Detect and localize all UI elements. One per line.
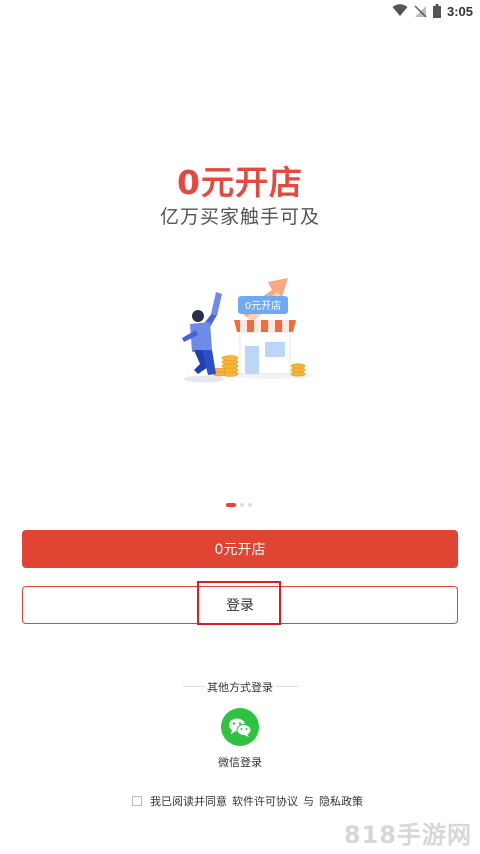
agreement-checkbox[interactable] xyxy=(132,796,142,806)
wifi-icon xyxy=(392,4,408,16)
privacy-link[interactable]: 隐私政策 xyxy=(319,793,363,809)
page-dot xyxy=(240,503,244,507)
wechat-login-label: 微信登录 xyxy=(218,756,262,769)
agreement-prefix: 我已阅读并同意 xyxy=(150,795,227,808)
wechat-login-button[interactable] xyxy=(221,708,259,746)
hero-title: 0元开店 xyxy=(177,163,303,202)
wechat-icon xyxy=(229,718,252,737)
page-dot-active xyxy=(226,503,236,507)
agreement-row: 我已阅读并同意 软件许可协议 与 隐私政策 xyxy=(132,794,363,808)
agreement-and: 与 xyxy=(303,795,314,808)
battery-icon xyxy=(433,4,441,18)
open-store-button[interactable]: 0元开店 xyxy=(22,530,458,568)
page-dot xyxy=(248,503,252,507)
status-time: 3:05 xyxy=(446,4,473,19)
store-illustration: 0元开店 xyxy=(182,278,312,383)
hero-subtitle: 亿万买家触手可及 xyxy=(159,206,320,228)
license-link[interactable]: 软件许可协议 xyxy=(232,793,298,809)
highlight-box xyxy=(197,581,281,625)
other-login-title: 其他方式登录 xyxy=(207,681,273,694)
no-signal-icon xyxy=(414,5,427,18)
status-bar: 3:05 xyxy=(0,0,480,24)
watermark: 818手游网 xyxy=(343,821,472,849)
illustration-sign-text: 0元开店 xyxy=(245,299,281,312)
divider-right xyxy=(276,686,298,687)
